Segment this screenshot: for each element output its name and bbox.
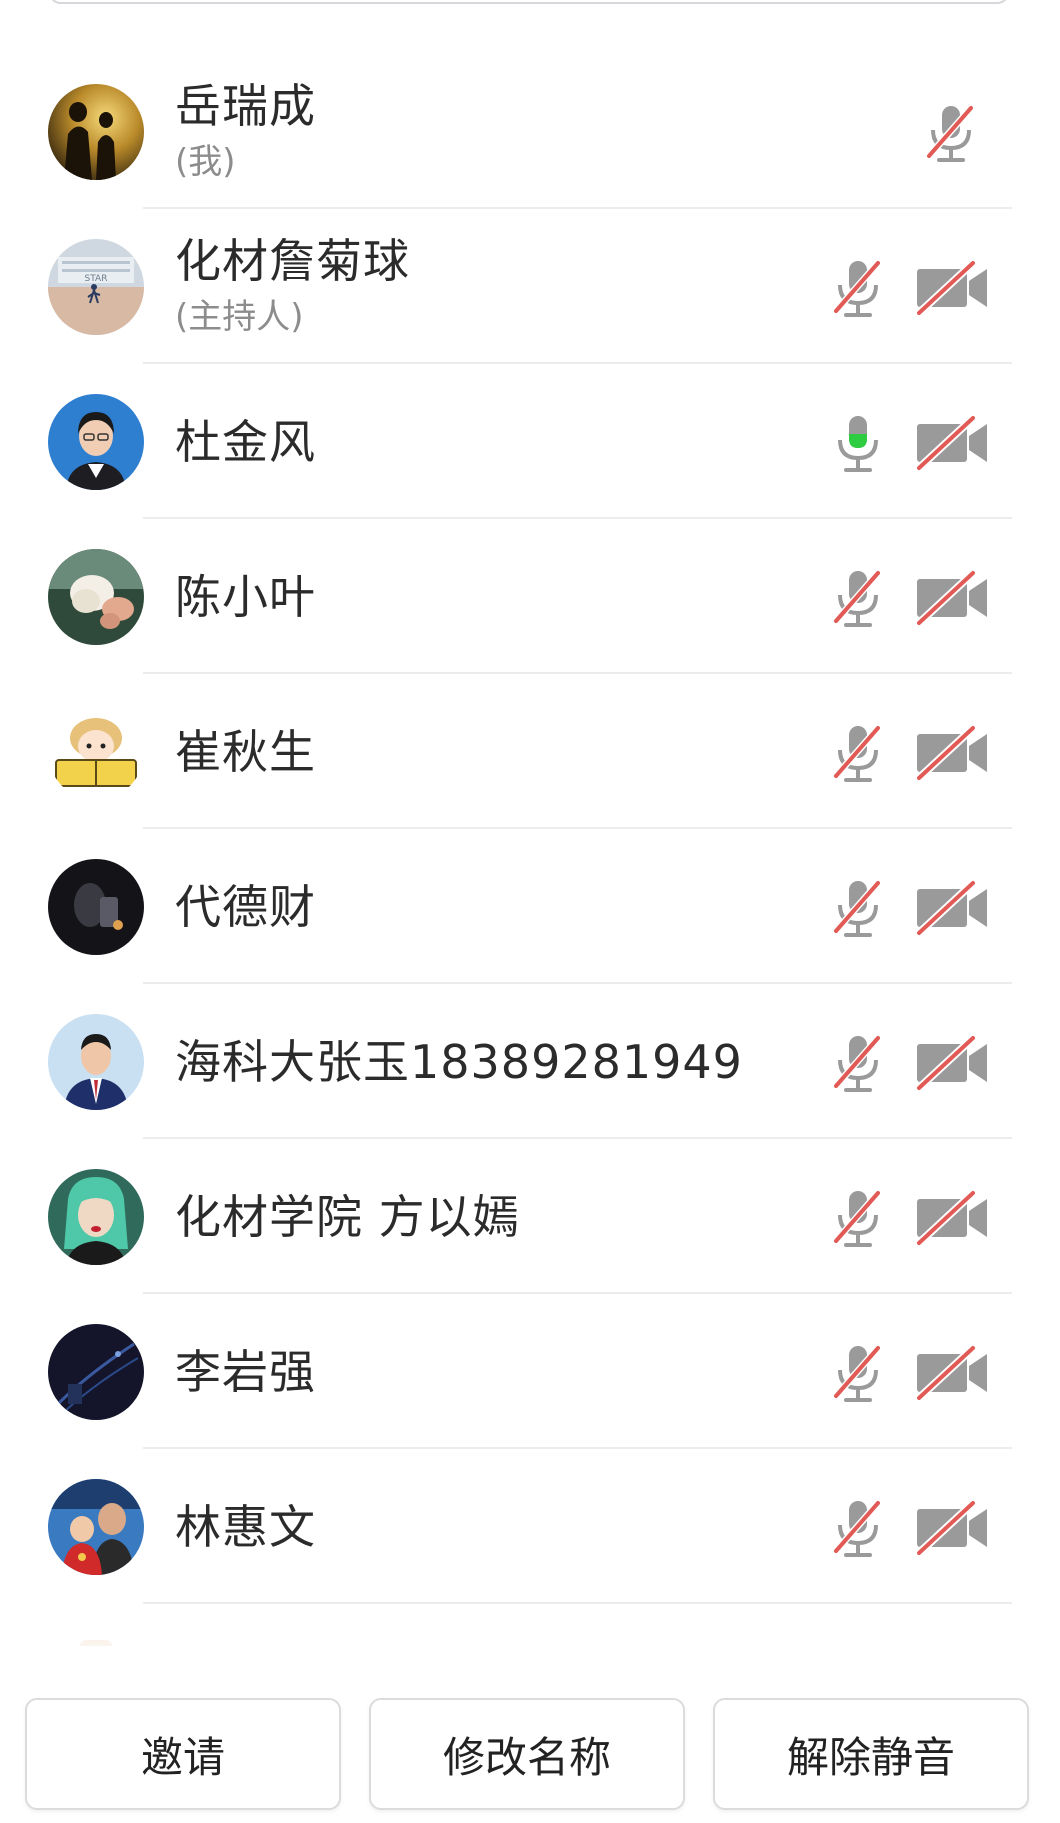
camera-off-icon[interactable] — [915, 879, 991, 937]
avatar — [48, 1479, 144, 1575]
participant-row[interactable]: 岳瑞成 (我) — [0, 54, 1060, 209]
microphone-muted-icon[interactable] — [828, 1187, 888, 1251]
participant-name: 岳瑞成 — [175, 79, 316, 133]
participant-list: 岳瑞成 (我) STAR 化材詹菊球 (主持人) 杜金风 陈小叶 崔秋生 代德财… — [0, 54, 1060, 1604]
avatar — [48, 704, 144, 800]
camera-off-icon[interactable] — [915, 1344, 991, 1402]
participant-name: 李岩强 — [175, 1345, 316, 1399]
participant-name: 化材学院 方以嫣 — [175, 1190, 520, 1244]
participant-row[interactable]: 代德财 — [0, 829, 1060, 984]
microphone-muted-icon[interactable] — [828, 1032, 888, 1096]
participant-name: 杜金风 — [175, 415, 316, 469]
participant-name: 化材詹菊球 — [175, 234, 410, 288]
camera-off-icon[interactable] — [915, 569, 991, 627]
avatar — [48, 859, 144, 955]
avatar — [48, 1169, 144, 1265]
participant-row[interactable]: 杜金风 — [0, 364, 1060, 519]
participant-name: 林惠文 — [175, 1500, 316, 1554]
participant-row[interactable]: STAR 化材詹菊球 (主持人) — [0, 209, 1060, 364]
microphone-muted-icon[interactable] — [828, 257, 888, 321]
microphone-muted-icon[interactable] — [828, 877, 888, 941]
search-bar-edge[interactable] — [48, 0, 1010, 4]
avatar — [48, 1014, 144, 1110]
avatar — [48, 1324, 144, 1420]
participant-role: (主持人) — [175, 297, 304, 337]
participant-row[interactable]: 李岩强 — [0, 1294, 1060, 1449]
microphone-muted-icon[interactable] — [828, 567, 888, 631]
participant-name: 陈小叶 — [175, 570, 316, 624]
avatar — [48, 84, 144, 180]
participant-name: 海科大张玉18389281949 — [175, 1035, 743, 1089]
participant-name: 代德财 — [175, 880, 316, 934]
participant-row[interactable]: 陈小叶 — [0, 519, 1060, 674]
camera-off-icon[interactable] — [915, 1189, 991, 1247]
camera-off-icon[interactable] — [915, 259, 991, 317]
participant-row[interactable]: 崔秋生 — [0, 674, 1060, 829]
microphone-muted-icon[interactable] — [921, 102, 981, 166]
participant-row[interactable]: 林惠文 — [0, 1449, 1060, 1604]
avatar — [48, 394, 144, 490]
camera-off-icon[interactable] — [915, 1034, 991, 1092]
svg-text:STAR: STAR — [85, 274, 108, 284]
invite-button[interactable]: 邀请 — [25, 1698, 341, 1810]
bottom-action-bar: 邀请 修改名称 解除静音 — [0, 1690, 1060, 1823]
list-fade — [0, 1600, 1060, 1690]
participant-row[interactable]: 化材学院 方以嫣 — [0, 1139, 1060, 1294]
camera-off-icon[interactable] — [915, 414, 991, 472]
participant-name: 崔秋生 — [175, 725, 316, 779]
microphone-muted-icon[interactable] — [828, 1342, 888, 1406]
participant-row[interactable]: 海科大张玉18389281949 — [0, 984, 1060, 1139]
avatar: STAR — [48, 239, 144, 335]
camera-off-icon[interactable] — [915, 724, 991, 782]
microphone-muted-icon[interactable] — [828, 1497, 888, 1561]
microphone-icon[interactable] — [828, 412, 888, 476]
camera-off-icon[interactable] — [915, 1499, 991, 1557]
rename-button[interactable]: 修改名称 — [369, 1698, 685, 1810]
unmute-button[interactable]: 解除静音 — [713, 1698, 1029, 1810]
avatar — [48, 549, 144, 645]
participant-role: (我) — [175, 142, 236, 182]
microphone-muted-icon[interactable] — [828, 722, 888, 786]
